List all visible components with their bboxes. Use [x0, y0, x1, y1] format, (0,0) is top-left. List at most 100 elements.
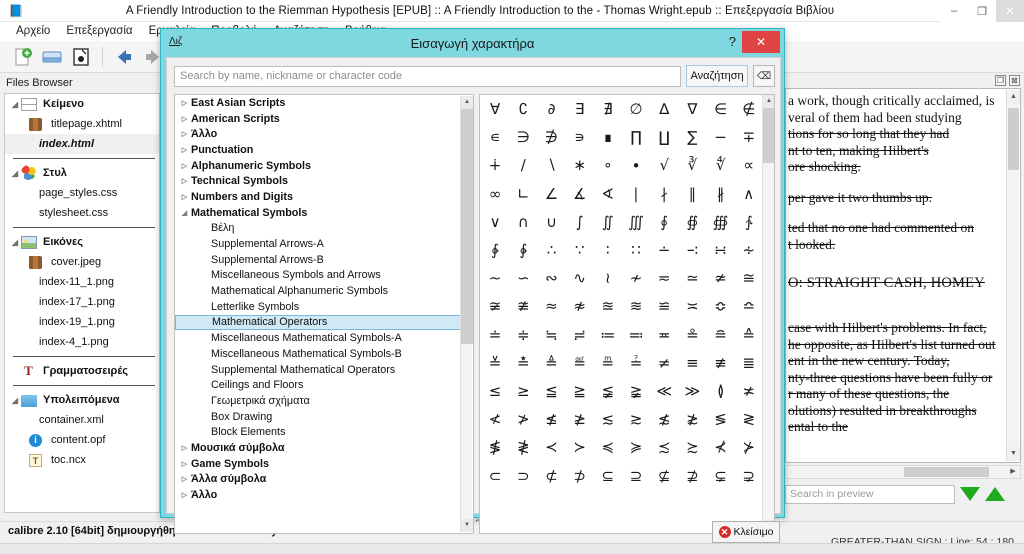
character-cell[interactable]: ≉ — [566, 292, 594, 320]
character-cell[interactable]: ≳ — [622, 405, 650, 433]
collapsed-arrow-icon[interactable]: ▷ — [178, 193, 191, 201]
file-item-index[interactable]: index.html — [5, 134, 159, 154]
files-browser-tree[interactable]: ◢ Κείμενο titlepage.xhtml index.html ◢ Σ… — [4, 93, 160, 513]
expand-arrow-icon[interactable]: ◢ — [9, 238, 21, 247]
character-cell[interactable]: ∆ — [650, 95, 678, 123]
scrollbar-thumb[interactable] — [461, 109, 473, 344]
character-cell[interactable]: ≆ — [481, 292, 509, 320]
character-cell[interactable]: ≚ — [481, 349, 509, 377]
character-cell[interactable]: ∈ — [707, 95, 735, 123]
collapsed-arrow-icon[interactable]: ▷ — [178, 444, 191, 452]
collapsed-arrow-icon[interactable]: ▷ — [178, 115, 191, 123]
scroll-up-arrow-icon[interactable]: ▲ — [763, 95, 774, 108]
file-item-page-styles[interactable]: page_styles.css — [5, 183, 159, 203]
character-cell[interactable]: ∖ — [537, 151, 565, 179]
file-item-toc-ncx[interactable]: T toc.ncx — [5, 450, 159, 470]
character-cell[interactable]: ≅ — [735, 264, 763, 292]
character-cell[interactable]: ≀ — [594, 264, 622, 292]
character-cell[interactable]: ⊈ — [650, 461, 678, 489]
character-cell[interactable]: ⊋ — [735, 461, 763, 489]
tree-item-supplemental-mathematical-operators[interactable]: Supplemental Mathematical Operators — [175, 362, 473, 378]
character-search-input[interactable]: Search by name, nickname or character co… — [174, 65, 682, 87]
file-item-stylesheet[interactable]: stylesheet.css — [5, 203, 159, 223]
character-cell[interactable]: ≨ — [594, 377, 622, 405]
maximize-button[interactable]: ❐ — [968, 0, 996, 22]
character-cell[interactable]: ≋ — [622, 292, 650, 320]
expand-arrow-icon[interactable]: ◢ — [9, 396, 21, 405]
dialog-help-icon[interactable]: ? — [729, 34, 736, 49]
character-cell[interactable]: ≙ — [735, 321, 763, 349]
character-cell[interactable]: ≻ — [566, 433, 594, 461]
character-cell[interactable]: ≍ — [678, 292, 706, 320]
dialog-close-button[interactable]: ✕ Κλείσιμο — [712, 521, 780, 543]
character-cell[interactable]: ⊁ — [735, 433, 763, 461]
character-cell[interactable]: ∊ — [481, 123, 509, 151]
preview-search-input[interactable]: Search in preview — [785, 484, 955, 504]
character-cell[interactable]: ≖ — [650, 321, 678, 349]
character-cell[interactable]: ⊉ — [678, 461, 706, 489]
expanded-arrow-icon[interactable]: ◢ — [178, 209, 191, 217]
character-cell[interactable]: ∄ — [594, 95, 622, 123]
clear-search-icon[interactable]: ⌫ — [753, 65, 775, 87]
files-group-fonts[interactable]: T Γραμματοσειρές — [5, 361, 159, 381]
character-cell[interactable]: ∙ — [622, 151, 650, 179]
character-cell[interactable]: ≯ — [509, 405, 537, 433]
character-cell[interactable]: ∋ — [509, 123, 537, 151]
character-cell[interactable]: ≛ — [509, 349, 537, 377]
character-cell[interactable]: ∰ — [707, 208, 735, 236]
character-cell[interactable]: ⊊ — [707, 461, 735, 489]
character-cell[interactable]: ∏ — [622, 123, 650, 151]
tree-item-miscellaneous-mathematical-symbols-b[interactable]: Miscellaneous Mathematical Symbols-B — [175, 346, 473, 362]
scroll-down-arrow-icon[interactable]: ▼ — [1007, 447, 1020, 461]
file-item-cover[interactable]: cover.jpeg — [5, 252, 159, 272]
file-item-content-opf[interactable]: i content.opf — [5, 430, 159, 450]
character-cell[interactable]: ≶ — [707, 405, 735, 433]
character-cell[interactable]: ≡ — [678, 349, 706, 377]
files-group-misc[interactable]: ◢ Υπολειπόμενα — [5, 390, 159, 410]
file-item-titlepage[interactable]: titlepage.xhtml — [5, 114, 159, 134]
character-cell[interactable]: ∉ — [735, 95, 763, 123]
find-next-icon[interactable] — [960, 487, 980, 501]
character-cell[interactable]: ∭ — [622, 208, 650, 236]
character-cell[interactable]: ∤ — [650, 180, 678, 208]
collapsed-arrow-icon[interactable]: ▷ — [178, 491, 191, 499]
character-cell[interactable]: ∑ — [678, 123, 706, 151]
tree-item-[interactable]: ▷ Άλλα σύμβολα — [175, 472, 473, 488]
character-cell[interactable]: ⊃ — [509, 461, 537, 489]
character-cell[interactable]: ∜ — [707, 151, 735, 179]
find-previous-icon[interactable] — [985, 487, 1005, 501]
character-cell[interactable]: ∅ — [622, 95, 650, 123]
character-cell[interactable]: ∠ — [537, 180, 565, 208]
collapsed-arrow-icon[interactable]: ▷ — [178, 177, 191, 185]
character-cell[interactable]: ≓ — [566, 321, 594, 349]
character-cell[interactable]: ≧ — [566, 377, 594, 405]
character-cell[interactable]: ≇ — [509, 292, 537, 320]
character-cell[interactable]: ∎ — [594, 123, 622, 151]
undo-arrow-icon[interactable] — [111, 44, 137, 70]
character-cell[interactable]: ≱ — [566, 405, 594, 433]
character-cell[interactable]: ≣ — [735, 349, 763, 377]
tree-item-numbers-and-digits[interactable]: ▷ Numbers and Digits — [175, 189, 473, 205]
character-cell[interactable]: ∿ — [566, 264, 594, 292]
character-cell[interactable]: ∸ — [650, 236, 678, 264]
tree-item-ceilings-and-floors[interactable]: Ceilings and Floors — [175, 377, 473, 393]
tree-item-supplemental-arrows-a[interactable]: Supplemental Arrows-A — [175, 236, 473, 252]
character-cell[interactable]: ≟ — [622, 349, 650, 377]
menu-edit[interactable]: Επεξεργασία — [58, 22, 140, 41]
character-cell[interactable]: ≁ — [622, 264, 650, 292]
file-item-index-4[interactable]: index-4_1.png — [5, 332, 159, 352]
character-cell[interactable]: ∾ — [537, 264, 565, 292]
character-cell[interactable]: ∲ — [481, 236, 509, 264]
character-cell[interactable]: ≽ — [622, 433, 650, 461]
character-cell[interactable]: ∪ — [537, 208, 565, 236]
character-cell[interactable]: ≾ — [650, 433, 678, 461]
tree-item-alphanumeric-symbols[interactable]: ▷ Alphanumeric Symbols — [175, 158, 473, 174]
tree-item-box-drawing[interactable]: Box Drawing — [175, 409, 473, 425]
character-cell[interactable]: ≦ — [537, 377, 565, 405]
tree-item-mathematical-symbols[interactable]: ◢ Mathematical Symbols — [175, 205, 473, 221]
character-cell[interactable]: ≬ — [707, 377, 735, 405]
character-category-tree[interactable]: ▷ East Asian Scripts ▷ American Scripts ▷ Άλλ… — [174, 94, 474, 534]
menu-file[interactable]: Αρχείο — [8, 22, 58, 41]
character-cell[interactable]: ∓ — [735, 123, 763, 151]
scroll-right-arrow-icon[interactable]: ▶ — [1007, 466, 1019, 477]
